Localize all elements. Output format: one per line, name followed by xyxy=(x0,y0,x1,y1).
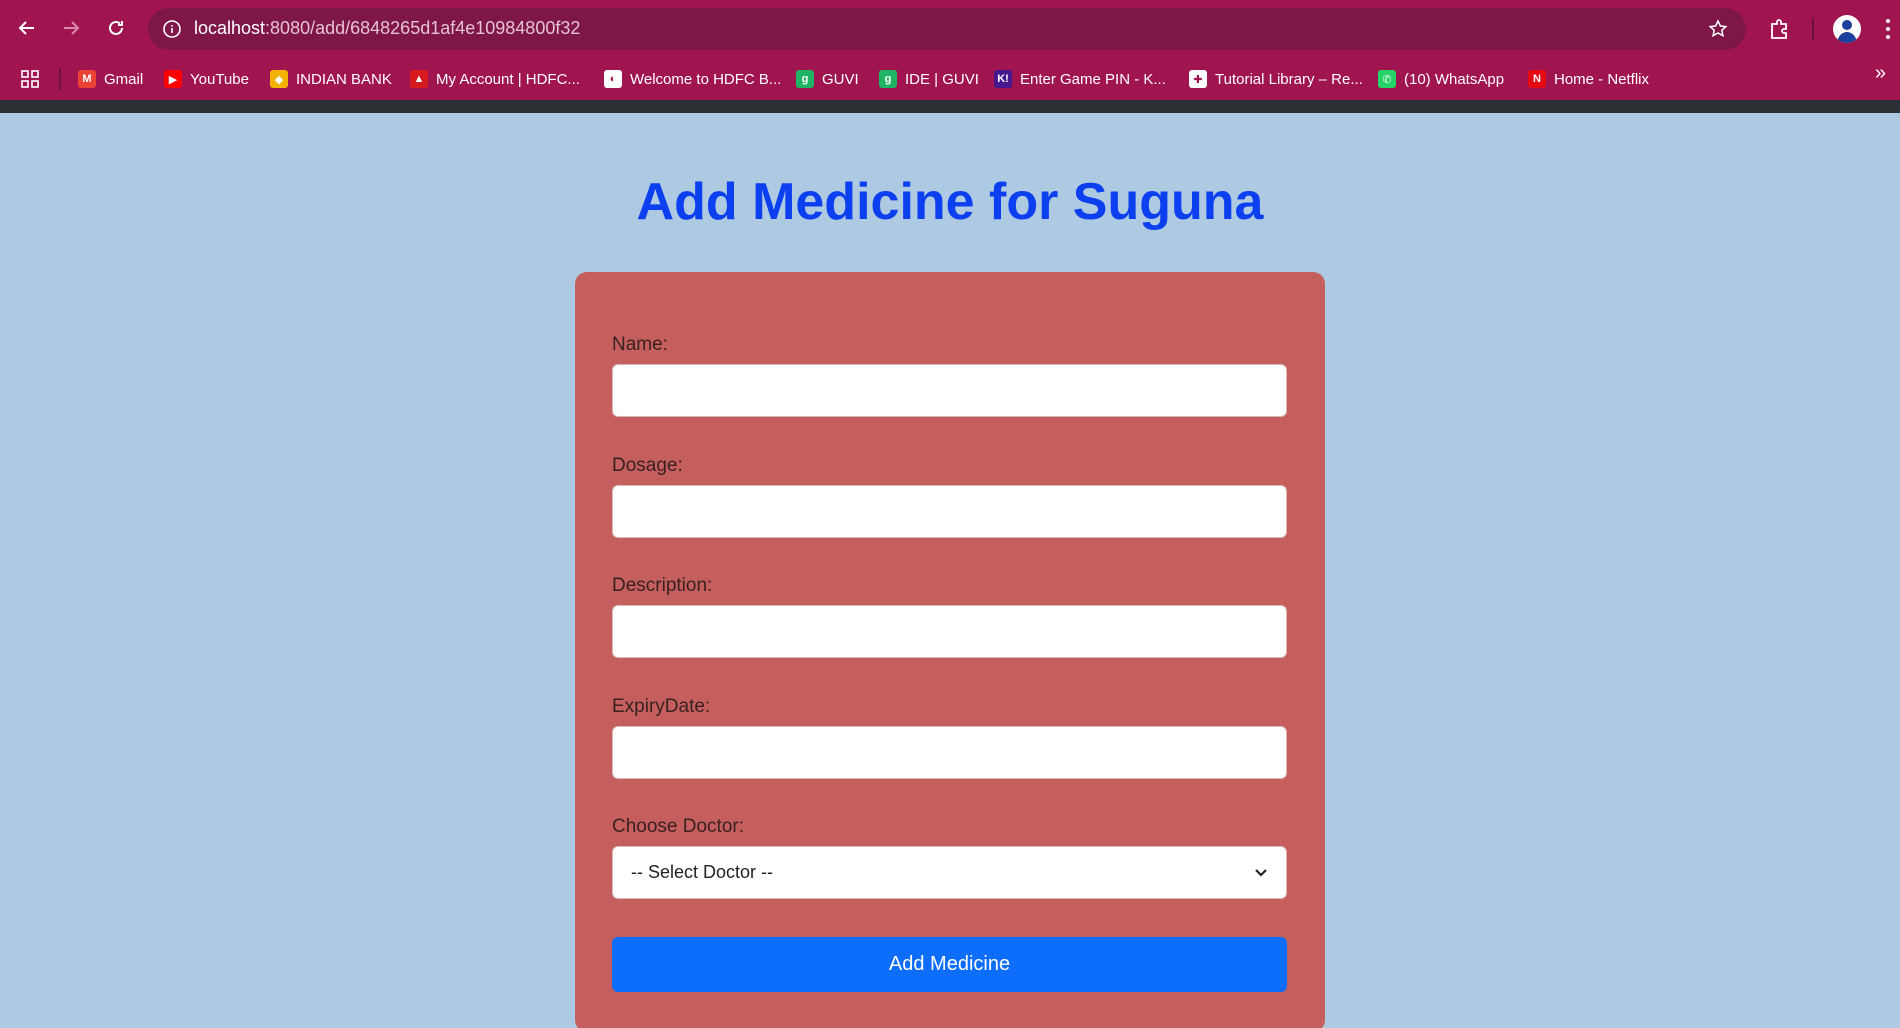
doctor-label: Choose Doctor: xyxy=(612,816,745,837)
reload-icon xyxy=(109,20,123,35)
bookmark-item[interactable]: ◆ INDIAN BANK xyxy=(270,67,392,91)
expiry-date-input[interactable] xyxy=(612,726,1287,779)
browser-menu-icon[interactable] xyxy=(1880,15,1896,43)
tutorial-icon: ✚ xyxy=(1189,70,1207,88)
bookmark-item[interactable]: K! Enter Game PIN - K... xyxy=(994,67,1166,91)
toolbar-divider xyxy=(1812,18,1814,40)
reload-button[interactable] xyxy=(101,13,131,43)
whatsapp-icon: ✆ xyxy=(1378,70,1396,88)
bookmark-label: Tutorial Library – Re... xyxy=(1215,70,1363,88)
description-input[interactable] xyxy=(612,605,1287,658)
add-medicine-button[interactable]: Add Medicine xyxy=(612,937,1287,992)
extensions-icon[interactable] xyxy=(1765,15,1793,43)
guvi-icon: g xyxy=(796,70,814,88)
site-info-icon[interactable] xyxy=(160,17,184,41)
guvi-icon: g xyxy=(879,70,897,88)
bookmarks-divider xyxy=(59,68,61,90)
bookmark-item[interactable]: M Gmail xyxy=(78,67,143,91)
back-button[interactable] xyxy=(12,13,42,43)
bookmark-label: INDIAN BANK xyxy=(296,70,392,88)
name-input[interactable] xyxy=(612,364,1287,417)
bookmark-item[interactable]: ✚ Tutorial Library – Re... xyxy=(1189,67,1363,91)
kahoot-icon: K! xyxy=(994,70,1012,88)
bookmark-label: Home - Netflix xyxy=(1554,70,1650,88)
bookmark-item[interactable]: ◐ Welcome to HDFC B... xyxy=(604,67,781,91)
forward-arrow-icon xyxy=(64,21,80,35)
address-bar[interactable]: localhost:8080/add/6848265d1af4e10984800… xyxy=(148,8,1746,50)
app-header-strip xyxy=(0,100,1900,113)
bookmark-label: Welcome to HDFC B... xyxy=(630,70,782,88)
bookmark-label: (10) WhatsApp xyxy=(1404,70,1505,88)
browser-toolbar: localhost:8080/add/6848265d1af4e10984800… xyxy=(0,0,1900,58)
bookmark-label: IDE | GUVI xyxy=(905,70,979,88)
globe-icon: ◐ xyxy=(604,70,622,88)
bookmark-label: My Account | HDFC... xyxy=(436,70,580,88)
netflix-icon: N xyxy=(1528,70,1546,88)
profile-avatar[interactable] xyxy=(1833,15,1861,43)
indian-bank-icon: ◆ xyxy=(270,70,288,88)
expiry-date-label: ExpiryDate: xyxy=(612,696,711,717)
bookmark-item[interactable]: ▶ YouTube xyxy=(164,67,249,91)
add-medicine-form: Name: Dosage: Description: ExpiryDate: C… xyxy=(575,272,1325,1028)
apps-grid-icon[interactable] xyxy=(20,67,40,91)
youtube-icon: ▶ xyxy=(164,70,182,88)
bookmark-label: GUVI xyxy=(822,70,859,88)
bookmark-item[interactable]: ✆ (10) WhatsApp xyxy=(1378,67,1504,91)
bookmark-label: Enter Game PIN - K... xyxy=(1020,70,1166,88)
bookmark-item[interactable]: ▲ My Account | HDFC... xyxy=(410,67,580,91)
doctor-select[interactable]: -- Select Doctor -- xyxy=(612,846,1287,899)
hdfc-icon: ▲ xyxy=(410,70,428,88)
url-text: localhost:8080/add/6848265d1af4e10984800… xyxy=(194,18,581,38)
bookmark-item[interactable]: N Home - Netflix xyxy=(1528,67,1649,91)
description-label: Description: xyxy=(612,575,713,596)
bookmark-label: Gmail xyxy=(104,70,144,88)
bookmarks-bar: M Gmail ▶ YouTube ◆ INDIAN BANK ▲ My Account | … xyxy=(0,58,1900,100)
doctor-select-value: -- Select Doctor -- xyxy=(631,862,774,882)
back-arrow-icon xyxy=(18,21,34,35)
forward-button[interactable] xyxy=(56,13,86,43)
gmail-icon: M xyxy=(78,70,96,88)
dosage-label: Dosage: xyxy=(612,455,683,476)
more-bookmarks-icon[interactable]: » xyxy=(1875,62,1886,85)
chevron-down-icon xyxy=(1255,868,1267,877)
page-title: Add Medicine for Suguna xyxy=(636,173,1264,231)
bookmark-star-icon[interactable] xyxy=(1706,17,1730,41)
dosage-input[interactable] xyxy=(612,485,1287,538)
bookmark-label: YouTube xyxy=(190,70,249,88)
name-label: Name: xyxy=(612,334,668,355)
bookmark-item[interactable]: g IDE | GUVI xyxy=(879,67,979,91)
bookmark-item[interactable]: g GUVI xyxy=(796,67,859,91)
